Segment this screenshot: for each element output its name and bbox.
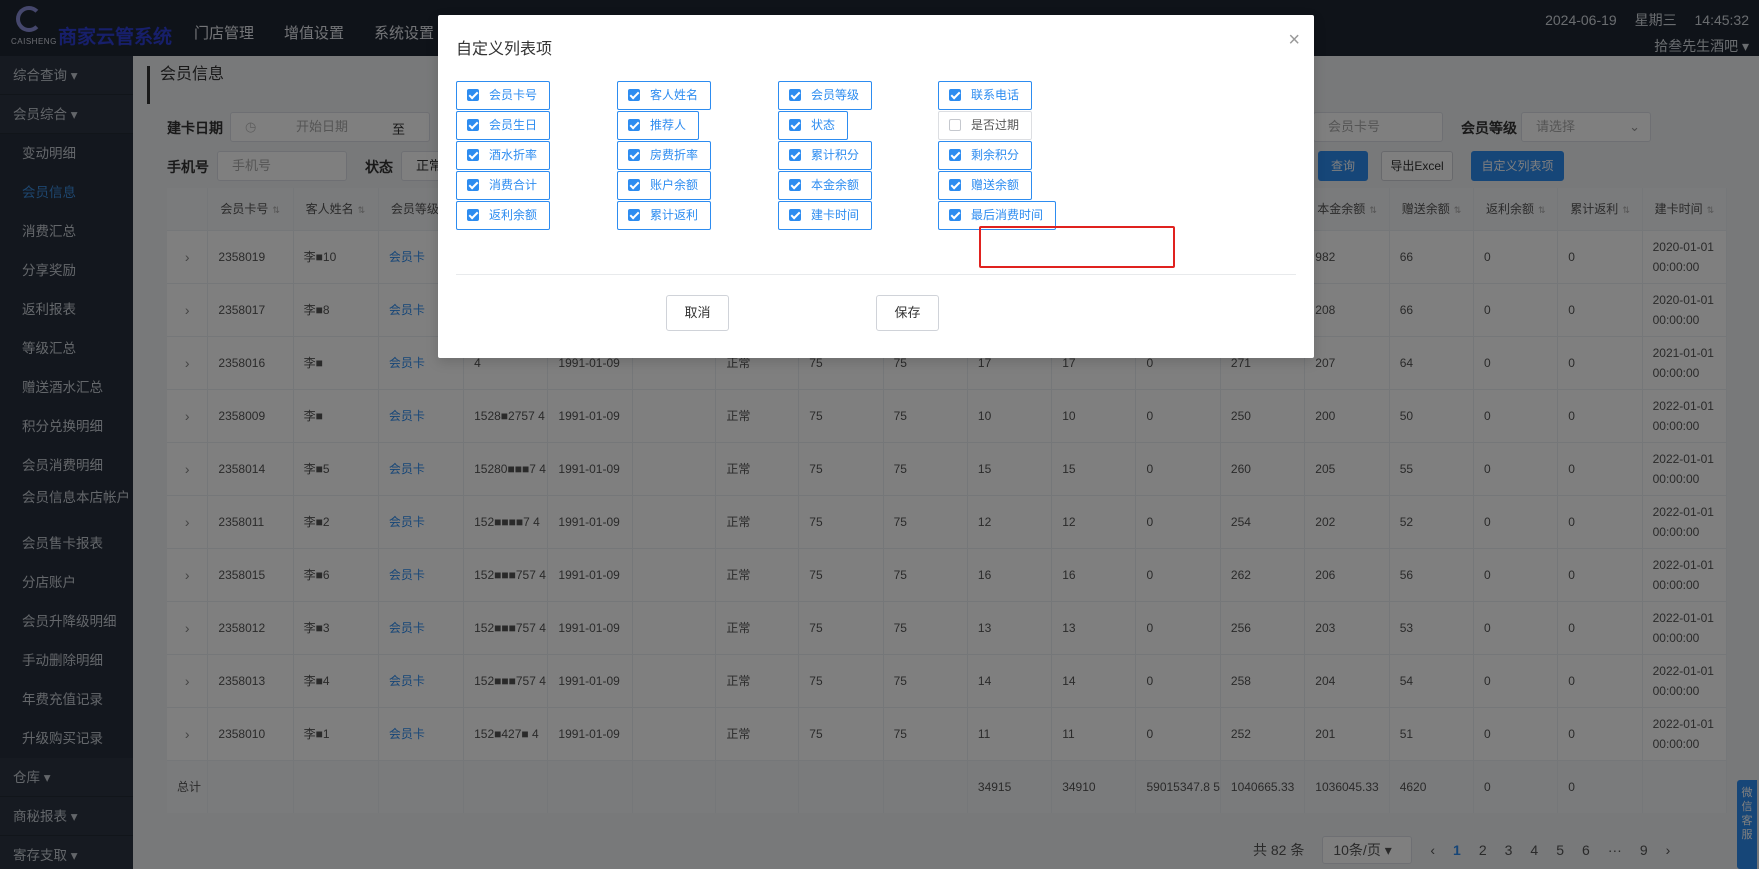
column-option-label: 赠送余额: [971, 178, 1020, 192]
checkbox-checked-icon: [467, 149, 479, 161]
column-option-label: 状态: [811, 118, 836, 132]
column-option-label: 是否过期: [971, 118, 1020, 132]
column-option-label: 消费合计: [489, 178, 538, 192]
checkbox-checked-icon: [789, 119, 801, 131]
column-option-label: 联系电话: [971, 88, 1020, 102]
column-option-checkbox[interactable]: 是否过期: [938, 111, 1033, 140]
column-option-label: 会员生日: [489, 118, 538, 132]
checkbox-checked-icon: [949, 179, 961, 191]
checkbox-checked-icon: [467, 119, 479, 131]
column-option-checkbox[interactable]: 累计积分: [778, 141, 873, 170]
column-option-label: 建卡时间: [811, 208, 860, 222]
checkbox-checked-icon: [467, 179, 479, 191]
column-option-label: 累计返利: [650, 208, 699, 222]
column-option-checkbox[interactable]: 房费折率: [617, 141, 712, 170]
checkbox-checked-icon: [467, 89, 479, 101]
column-option-label: 酒水折率: [489, 148, 538, 162]
column-option-checkbox[interactable]: 建卡时间: [778, 201, 873, 230]
column-option-label: 剩余积分: [971, 148, 1020, 162]
checkbox-checked-icon: [789, 89, 801, 101]
column-option-label: 最后消费时间: [971, 208, 1044, 222]
close-icon[interactable]: ×: [1288, 29, 1300, 52]
column-option-checkbox[interactable]: 返利余额: [456, 201, 551, 230]
column-option-label: 本金余额: [811, 178, 860, 192]
checkbox-checked-icon: [949, 89, 961, 101]
column-option-label: 推荐人: [650, 118, 687, 132]
column-option-label: 房费折率: [650, 148, 699, 162]
column-option-checkbox[interactable]: 账户余额: [617, 171, 712, 200]
checkbox-checked-icon: [628, 89, 640, 101]
checkbox-checked-icon: [949, 149, 961, 161]
column-option-label: 会员等级: [811, 88, 860, 102]
column-option-label: 累计积分: [811, 148, 860, 162]
column-option-checkbox[interactable]: 状态: [778, 111, 849, 140]
checkbox-checked-icon: [628, 119, 640, 131]
checkbox-checked-icon: [628, 179, 640, 191]
column-option-checkbox[interactable]: 推荐人: [617, 111, 700, 140]
checkbox-checked-icon: [789, 209, 801, 221]
checkbox-checked-icon: [628, 149, 640, 161]
checkbox-checked-icon: [789, 179, 801, 191]
dialog-divider: [456, 274, 1296, 275]
column-option-label: 账户余额: [650, 178, 699, 192]
column-option-checkbox[interactable]: 联系电话: [938, 81, 1033, 110]
column-option-checkbox[interactable]: 累计返利: [617, 201, 712, 230]
column-option-checkbox[interactable]: 消费合计: [456, 171, 551, 200]
checkbox-checked-icon: [949, 209, 961, 221]
dialog-title: 自定义列表项: [456, 41, 553, 58]
checkbox-checked-icon: [467, 209, 479, 221]
checkbox-checked-icon: [789, 149, 801, 161]
column-option-checkbox[interactable]: 客人姓名: [617, 81, 712, 110]
column-option-checkbox[interactable]: 会员等级: [778, 81, 873, 110]
column-option-checkbox[interactable]: 酒水折率: [456, 141, 551, 170]
save-button[interactable]: 保存: [876, 295, 939, 331]
cancel-button[interactable]: 取消: [666, 295, 729, 331]
column-option-checkbox[interactable]: 赠送余额: [938, 171, 1033, 200]
column-option-label: 客人姓名: [650, 88, 699, 102]
checkbox-checked-icon: [628, 209, 640, 221]
column-option-label: 会员卡号: [489, 88, 538, 102]
column-option-checkbox[interactable]: 本金余额: [778, 171, 873, 200]
column-option-label: 返利余额: [489, 208, 538, 222]
checkbox-empty-icon: [949, 119, 961, 131]
column-option-checkbox[interactable]: 会员生日: [456, 111, 551, 140]
column-option-checkbox[interactable]: 剩余积分: [938, 141, 1033, 170]
custom-columns-dialog: 自定义列表项 × 会员卡号 客人姓名 会员等级 联系电话会员生日 推荐人 状态 是否过期酒水…: [438, 15, 1314, 358]
highlight-annotation: [979, 226, 1175, 268]
column-option-checkbox[interactable]: 会员卡号: [456, 81, 551, 110]
